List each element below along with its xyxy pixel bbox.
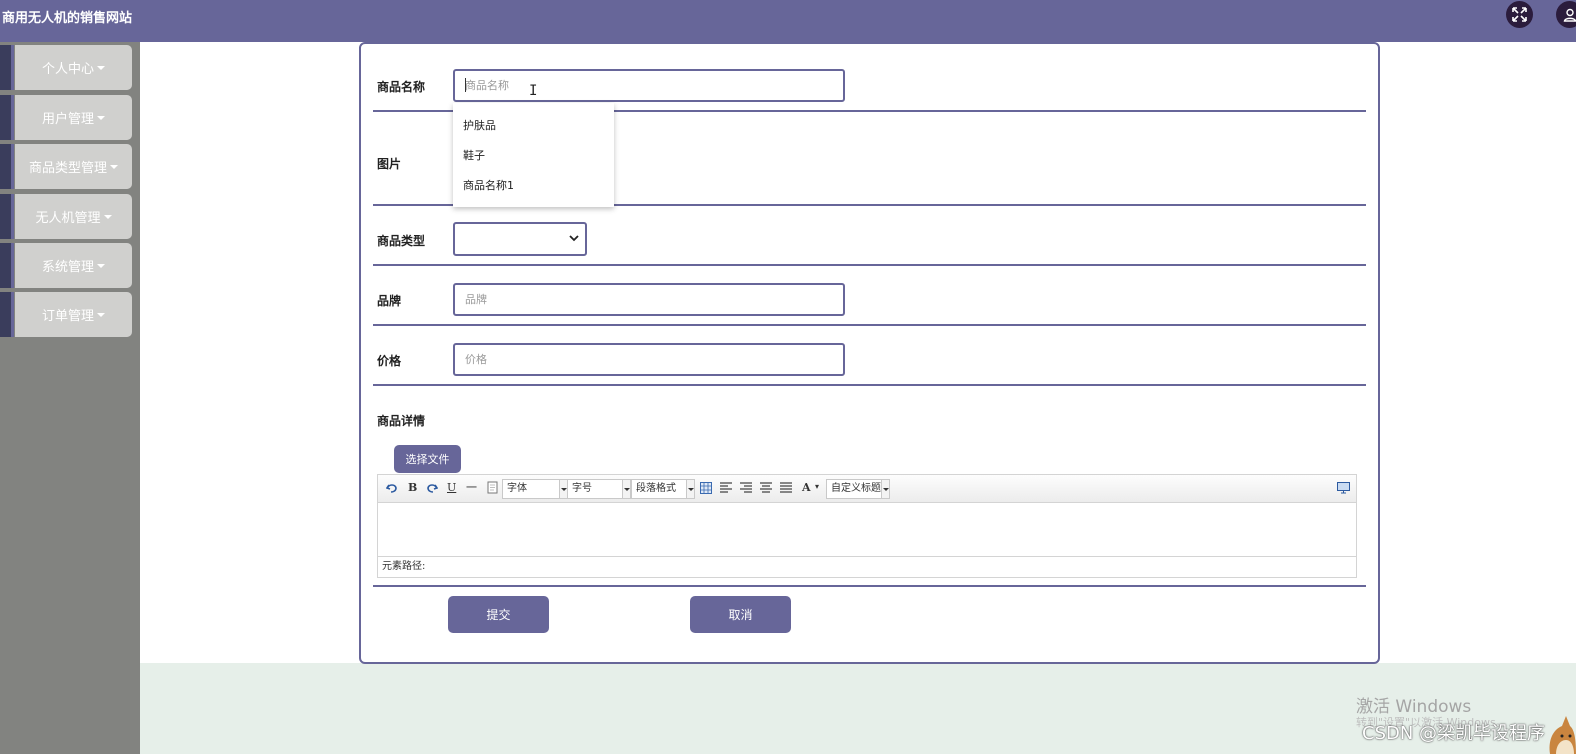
table-icon[interactable] <box>700 482 712 494</box>
ibeam-cursor-icon: I <box>529 83 538 99</box>
sidebar-item-order-management[interactable]: 订单管理 <box>0 292 132 337</box>
suggestion-item[interactable]: 护肤品 <box>463 117 496 133</box>
element-path-statusbar: 元素路径: <box>378 556 1356 577</box>
caret-down-icon <box>97 66 105 70</box>
suggestion-item[interactable]: 鞋子 <box>463 147 485 163</box>
editor-content-area[interactable] <box>378 503 1356 557</box>
sidebar-button[interactable]: 个人中心 <box>15 45 132 90</box>
price-label: 价格 <box>377 354 402 368</box>
sidebar-item-personal-center[interactable]: 个人中心 <box>0 45 132 90</box>
brand-input[interactable] <box>453 283 845 316</box>
row-divider <box>373 384 1366 386</box>
sidebar-strip <box>0 144 14 189</box>
price-input[interactable] <box>453 343 845 376</box>
submit-button[interactable]: 提交 <box>448 596 549 633</box>
sidebar-button[interactable]: 无人机管理 <box>15 194 132 239</box>
sidebar-button[interactable]: 商品类型管理 <box>15 144 132 189</box>
product-name-input[interactable] <box>453 69 845 102</box>
choose-file-button[interactable]: 选择文件 <box>394 445 461 473</box>
row-divider <box>373 324 1366 326</box>
sidebar-item-system-management[interactable]: 系统管理 <box>0 243 132 288</box>
image-label: 图片 <box>377 157 402 171</box>
sidebar-strip <box>0 243 14 288</box>
product-type-label: 商品类型 <box>377 234 426 248</box>
text-cursor <box>465 78 466 92</box>
product-detail-label: 商品详情 <box>377 414 426 428</box>
suggestion-item[interactable]: 商品名称1 <box>463 177 514 193</box>
sidebar-strip <box>0 194 14 239</box>
horizontal-rule-icon[interactable]: 一 <box>466 481 477 495</box>
sidebar-button[interactable]: 系统管理 <box>15 243 132 288</box>
align-right-icon[interactable] <box>740 482 752 493</box>
preview-icon[interactable] <box>1337 482 1350 494</box>
mascot-icon <box>1549 716 1576 754</box>
paste-plain-icon[interactable] <box>487 481 498 494</box>
sidebar-button[interactable]: 用户管理 <box>15 95 132 140</box>
font-color-dropdown-icon[interactable]: ▾ <box>815 480 819 494</box>
sidebar-item-label: 订单管理 <box>41 309 94 324</box>
user-icon <box>1563 8 1576 22</box>
paragraph-dropdown-icon[interactable] <box>687 479 695 499</box>
custom-title-select[interactable]: 自定义标题 <box>826 479 882 499</box>
cancel-button[interactable]: 取消 <box>690 596 791 633</box>
bold-icon[interactable]: B <box>408 481 417 495</box>
sidebar-item-label: 用户管理 <box>41 112 94 127</box>
brand-label: 品牌 <box>377 294 402 308</box>
sidebar-strip <box>0 45 14 90</box>
caret-down-icon <box>97 264 105 268</box>
fullscreen-button[interactable] <box>1506 1 1533 28</box>
rich-text-editor: B U 一 字体 字号 段落格式 A ▾ 自定义标题 元素路径: <box>377 474 1357 578</box>
sidebar-item-label: 个人中心 <box>41 62 94 77</box>
font-family-select[interactable]: 字体 <box>502 479 560 499</box>
font-size-select[interactable]: 字号 <box>567 479 623 499</box>
sidebar-item-user-management[interactable]: 用户管理 <box>0 95 132 140</box>
sidebar-strip <box>0 292 14 337</box>
caret-down-icon <box>110 165 118 169</box>
row-divider <box>373 264 1366 266</box>
custom-title-dropdown-icon[interactable] <box>882 479 890 499</box>
sidebar-button[interactable]: 订单管理 <box>15 292 132 337</box>
sidebar-strip <box>0 95 14 140</box>
sidebar-item-drone-management[interactable]: 无人机管理 <box>0 194 132 239</box>
font-color-icon[interactable]: A <box>802 481 811 495</box>
sidebar-item-label: 商品类型管理 <box>28 161 107 176</box>
sidebar: 个人中心 用户管理 商品类型管理 无人机管理 系统管理 订单管理 <box>0 42 140 754</box>
product-type-select[interactable] <box>453 222 587 256</box>
fullscreen-icon <box>1512 7 1527 22</box>
caret-down-icon <box>103 215 112 219</box>
redo-icon[interactable] <box>426 482 438 494</box>
chevron-down-icon <box>569 235 579 242</box>
top-header: 商用无人机的销售网站 <box>0 0 1576 42</box>
paragraph-format-select[interactable]: 段落格式 <box>631 479 687 499</box>
font-size-dropdown-icon[interactable] <box>623 479 631 499</box>
sidebar-item-product-type-management[interactable]: 商品类型管理 <box>0 144 132 189</box>
align-center-icon[interactable] <box>760 482 772 493</box>
caret-down-icon <box>97 116 105 120</box>
undo-icon[interactable] <box>386 482 398 494</box>
caret-down-icon <box>97 313 105 317</box>
sidebar-item-label: 无人机管理 <box>35 211 101 226</box>
site-title: 商用无人机的销售网站 <box>2 11 133 26</box>
justify-icon[interactable] <box>780 482 792 493</box>
row-divider <box>373 585 1366 587</box>
product-name-suggestions: 护肤品 鞋子 商品名称1 <box>453 103 614 207</box>
editor-toolbar: B U 一 字体 字号 段落格式 A ▾ 自定义标题 <box>378 475 1356 503</box>
user-button[interactable] <box>1556 1 1576 28</box>
csdn-watermark: CSDN @梁凯毕设程序 <box>1362 723 1546 744</box>
product-name-label: 商品名称 <box>377 80 426 94</box>
sidebar-item-label: 系统管理 <box>41 260 94 275</box>
underline-icon[interactable]: U <box>447 481 456 495</box>
align-left-icon[interactable] <box>720 482 732 493</box>
